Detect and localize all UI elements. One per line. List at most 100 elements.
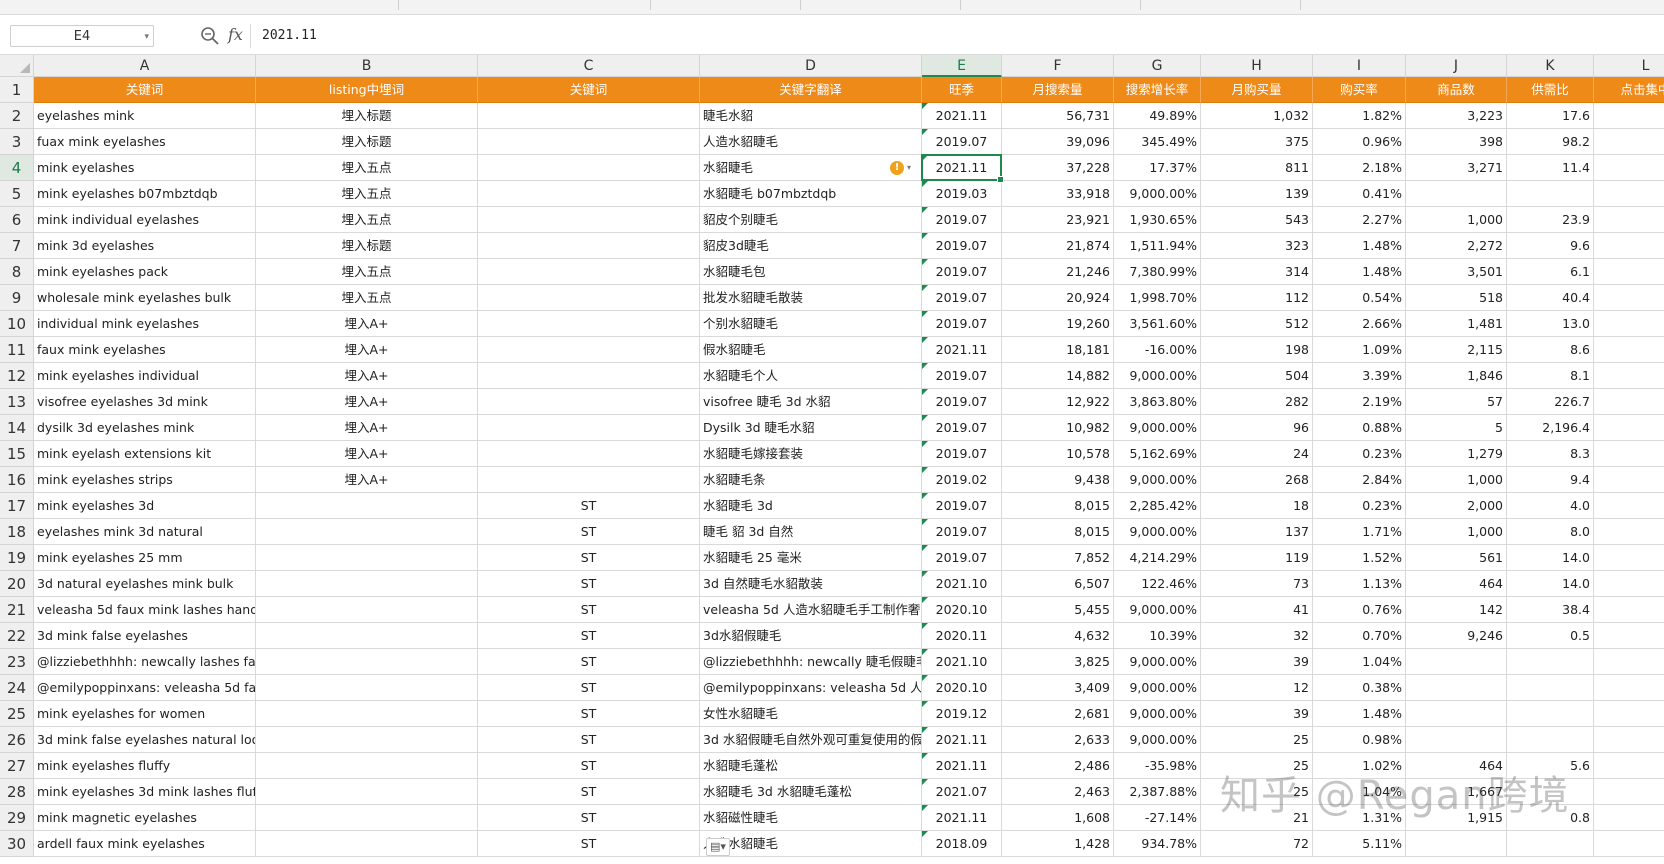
table-cell[interactable]: 137 bbox=[1201, 519, 1313, 545]
table-cell[interactable]: 9,000.00% bbox=[1114, 181, 1201, 207]
table-cell[interactable]: 2.66% bbox=[1313, 311, 1406, 337]
row-header[interactable]: 1 bbox=[0, 77, 34, 103]
table-cell[interactable]: 2019.07 bbox=[922, 259, 1002, 285]
name-box[interactable]: E4 ▾ bbox=[10, 25, 154, 47]
header-cell[interactable]: 搜索增长率 bbox=[1114, 77, 1201, 103]
table-cell[interactable]: -16.00% bbox=[1114, 337, 1201, 363]
table-cell[interactable]: 2019.07 bbox=[922, 285, 1002, 311]
table-cell[interactable]: ST bbox=[478, 779, 700, 805]
table-cell[interactable]: mink eyelashes b07mbztdqb bbox=[34, 181, 256, 207]
table-cell[interactable]: 11.4 bbox=[1507, 155, 1594, 181]
table-cell[interactable]: 2018.09 bbox=[922, 831, 1002, 857]
column-header-h[interactable]: H bbox=[1201, 55, 1313, 77]
table-cell[interactable]: 埋入五点 bbox=[256, 155, 478, 181]
select-all-corner[interactable] bbox=[0, 55, 34, 77]
table-cell[interactable]: 37,228 bbox=[1002, 155, 1114, 181]
table-cell[interactable]: 543 bbox=[1201, 207, 1313, 233]
table-cell[interactable]: 19,260 bbox=[1002, 311, 1114, 337]
table-cell[interactable]: 23,921 bbox=[1002, 207, 1114, 233]
function-icon[interactable]: fx bbox=[228, 25, 243, 44]
table-cell[interactable]: 埋入五点 bbox=[256, 285, 478, 311]
table-cell[interactable] bbox=[1594, 753, 1664, 779]
table-cell[interactable]: 518 bbox=[1406, 285, 1507, 311]
table-cell[interactable]: 假水貂睫毛 bbox=[700, 337, 922, 363]
table-cell[interactable] bbox=[256, 805, 478, 831]
table-cell[interactable]: 2019.07 bbox=[922, 233, 1002, 259]
table-cell[interactable]: 33,918 bbox=[1002, 181, 1114, 207]
table-cell[interactable]: 2020.10 bbox=[922, 597, 1002, 623]
table-cell[interactable]: 水貂睫毛个人 bbox=[700, 363, 922, 389]
table-cell[interactable]: 1 bbox=[1594, 389, 1664, 415]
row-header[interactable]: 24 bbox=[0, 675, 34, 701]
table-cell[interactable]: ST bbox=[478, 701, 700, 727]
table-cell[interactable]: ST bbox=[478, 623, 700, 649]
table-cell[interactable]: 2,387.88% bbox=[1114, 779, 1201, 805]
row-header[interactable]: 14 bbox=[0, 415, 34, 441]
table-cell[interactable]: 282 bbox=[1201, 389, 1313, 415]
table-cell[interactable]: 2019.07 bbox=[922, 129, 1002, 155]
table-cell[interactable]: 1.48% bbox=[1313, 233, 1406, 259]
table-cell[interactable]: 2021.11 bbox=[922, 753, 1002, 779]
table-cell[interactable]: veleasha 5d faux mink lashes handmade lu… bbox=[34, 597, 256, 623]
table-cell[interactable]: 1,000 bbox=[1406, 207, 1507, 233]
table-cell[interactable] bbox=[1594, 805, 1664, 831]
table-cell[interactable]: ST bbox=[478, 649, 700, 675]
row-header[interactable]: 18 bbox=[0, 519, 34, 545]
table-cell[interactable]: 504 bbox=[1201, 363, 1313, 389]
table-cell[interactable]: 3d mink false eyelashes bbox=[34, 623, 256, 649]
header-cell[interactable]: 关键字翻译 bbox=[700, 77, 922, 103]
table-cell[interactable]: 112 bbox=[1201, 285, 1313, 311]
table-cell[interactable]: 8.0 bbox=[1507, 519, 1594, 545]
row-header[interactable]: 9 bbox=[0, 285, 34, 311]
table-cell[interactable] bbox=[256, 779, 478, 805]
table-cell[interactable]: 2,681 bbox=[1002, 701, 1114, 727]
paste-options-icon[interactable]: ▤▾ bbox=[706, 838, 730, 856]
table-cell[interactable]: 21 bbox=[1201, 805, 1313, 831]
table-cell[interactable]: ST bbox=[478, 493, 700, 519]
table-cell[interactable]: mink eyelashes pack bbox=[34, 259, 256, 285]
table-cell[interactable]: 1 bbox=[1594, 571, 1664, 597]
table-cell[interactable]: 埋入五点 bbox=[256, 259, 478, 285]
table-cell[interactable] bbox=[478, 103, 700, 129]
table-cell[interactable]: 25 bbox=[1201, 727, 1313, 753]
header-cell[interactable]: 商品数 bbox=[1406, 77, 1507, 103]
table-cell[interactable]: 9,000.00% bbox=[1114, 519, 1201, 545]
row-header[interactable]: 10 bbox=[0, 311, 34, 337]
table-cell[interactable]: 39,096 bbox=[1002, 129, 1114, 155]
table-cell[interactable]: 1 bbox=[1594, 311, 1664, 337]
table-cell[interactable]: 埋入标题 bbox=[256, 129, 478, 155]
table-cell[interactable] bbox=[256, 545, 478, 571]
table-cell[interactable]: mink eyelashes strips bbox=[34, 467, 256, 493]
table-cell[interactable]: 1.31% bbox=[1313, 805, 1406, 831]
table-cell[interactable]: 14,882 bbox=[1002, 363, 1114, 389]
table-cell[interactable]: 水貂睫毛 3d bbox=[700, 493, 922, 519]
table-cell[interactable]: 40.4 bbox=[1507, 285, 1594, 311]
table-cell[interactable]: 1.52% bbox=[1313, 545, 1406, 571]
table-cell[interactable]: 7,380.99% bbox=[1114, 259, 1201, 285]
table-cell[interactable]: 6.1 bbox=[1507, 259, 1594, 285]
chevron-down-icon[interactable]: ▾ bbox=[144, 26, 149, 48]
table-cell[interactable]: 1,428 bbox=[1002, 831, 1114, 857]
table-cell[interactable]: 1,915 bbox=[1406, 805, 1507, 831]
table-cell[interactable]: 10,982 bbox=[1002, 415, 1114, 441]
table-cell[interactable]: 0.38% bbox=[1313, 675, 1406, 701]
table-cell[interactable]: 1,846 bbox=[1406, 363, 1507, 389]
table-cell[interactable]: 0.88% bbox=[1313, 415, 1406, 441]
table-cell[interactable]: 0.23% bbox=[1313, 441, 1406, 467]
row-header[interactable]: 11 bbox=[0, 337, 34, 363]
table-cell[interactable]: 21,874 bbox=[1002, 233, 1114, 259]
table-cell[interactable]: 24 bbox=[1201, 441, 1313, 467]
table-cell[interactable]: 9,438 bbox=[1002, 467, 1114, 493]
table-cell[interactable]: 水貂睫毛 3d 水貂睫毛蓬松 bbox=[700, 779, 922, 805]
table-cell[interactable]: 0.70% bbox=[1313, 623, 1406, 649]
table-cell[interactable]: 水貂睫毛条 bbox=[700, 467, 922, 493]
table-cell[interactable]: 13.0 bbox=[1507, 311, 1594, 337]
table-cell[interactable]: 9,246 bbox=[1406, 623, 1507, 649]
table-cell[interactable]: 2,115 bbox=[1406, 337, 1507, 363]
header-cell[interactable]: 月搜索量 bbox=[1002, 77, 1114, 103]
table-cell[interactable]: 貂皮3d睫毛 bbox=[700, 233, 922, 259]
table-cell[interactable]: 2019.07 bbox=[922, 493, 1002, 519]
table-cell[interactable]: 2021.11 bbox=[922, 103, 1002, 129]
table-cell[interactable]: 1,667 bbox=[1406, 779, 1507, 805]
header-cell[interactable]: 月购买量 bbox=[1201, 77, 1313, 103]
